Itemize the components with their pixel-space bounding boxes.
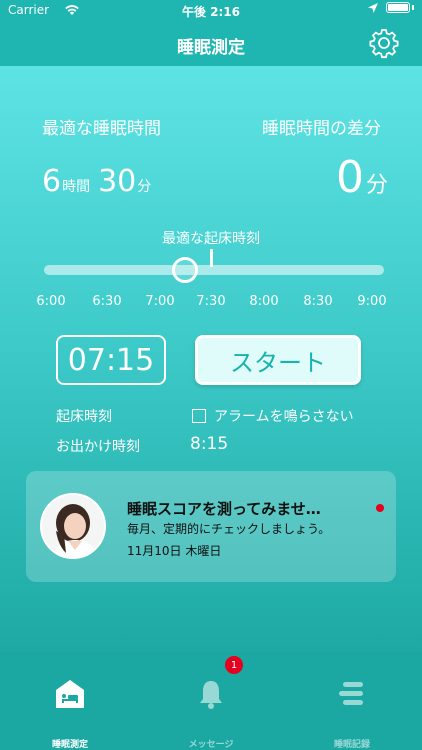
wake-time-label: 起床時刻 — [56, 409, 112, 425]
tab-label: メッセージ — [188, 740, 234, 750]
tick-label: 8:30 — [303, 294, 333, 309]
status-right — [368, 2, 414, 13]
slider-tick-labels: 6:00 6:30 7:00 7:30 8:00 8:30 9:00 — [0, 294, 422, 310]
notification-badge: 1 — [225, 656, 243, 674]
diff-number: 0 — [335, 152, 364, 203]
clock-time: 午後 2:16 — [181, 5, 241, 19]
tick-label: 6:30 — [92, 294, 122, 309]
sleep-diff-value: 0 分 — [336, 152, 388, 203]
tab-messages[interactable]: メッセージ — [141, 652, 281, 750]
departure-time-label: お出かけ時刻 — [56, 439, 140, 455]
sleep-score-card[interactable]: 睡眠スコアを測ってみませ… 毎月、定期的にチェックしましょう。 11月10日 木… — [26, 471, 396, 582]
status-bar: Carrier 午後 2:16 — [0, 0, 422, 22]
start-button[interactable]: スタート — [195, 335, 361, 385]
gear-icon[interactable] — [368, 27, 400, 59]
tab-label: 睡眠測定 — [51, 740, 88, 750]
battery-cap-icon — [412, 5, 414, 10]
wake-time-slider-track[interactable] — [44, 265, 384, 275]
optimal-sleep-duration: 6 時間 30 分 — [42, 164, 159, 199]
sleep-diff-label: 睡眠時間の差分 — [262, 119, 381, 139]
tick-label: 9:00 — [357, 294, 387, 309]
bell-icon — [200, 681, 222, 709]
diff-unit: 分 — [365, 173, 388, 198]
optimal-wake-label: 最適な起床時刻 — [162, 231, 260, 247]
minutes-value: 30 — [98, 164, 137, 199]
location-arrow-icon — [368, 2, 378, 13]
hours-value: 6 — [42, 164, 62, 199]
tick-label: 8:00 — [249, 294, 279, 309]
bed-home-icon — [56, 680, 84, 708]
minutes-unit: 分 — [137, 179, 152, 195]
sleep-measure-screen: Carrier 午後 2:16 睡眠測定 最適な睡眠時間 睡眠時間の差分 6 時… — [0, 0, 422, 750]
tab-bar: 睡眠測定 メッセージ 睡眠記録 — [0, 652, 422, 750]
no-alarm-label: アラームを鳴らさない — [214, 409, 354, 425]
card-date: 11月10日 木曜日 — [127, 544, 222, 558]
checkbox-box[interactable] — [192, 409, 206, 423]
no-alarm-checkbox[interactable]: アラームを鳴らさない — [192, 406, 354, 426]
battery-icon — [386, 2, 410, 13]
tick-label: 7:00 — [145, 294, 175, 309]
wake-time-slider-handle[interactable] — [172, 257, 198, 283]
tab-label: 睡眠記録 — [333, 740, 370, 750]
hours-unit: 時間 — [62, 179, 91, 195]
tick-label: 7:30 — [196, 294, 226, 309]
records-list-icon — [339, 682, 363, 705]
unread-dot — [376, 504, 384, 512]
card-subtitle: 毎月、定期的にチェックしましょう。 — [127, 522, 331, 536]
person-avatar-icon — [42, 495, 104, 557]
alarm-time-display[interactable]: 07:15 — [56, 335, 166, 385]
avatar — [40, 493, 106, 559]
card-title: 睡眠スコアを測ってみませ… — [127, 500, 321, 518]
tab-sleep-records[interactable]: 睡眠記録 — [282, 652, 422, 750]
tab-sleep-measure[interactable]: 睡眠測定 — [0, 652, 140, 750]
departure-time-value[interactable]: 8:15 — [190, 434, 228, 454]
optimal-sleep-label: 最適な睡眠時間 — [42, 119, 161, 139]
page-title: 睡眠測定 — [177, 38, 245, 58]
tick-label: 6:00 — [36, 294, 66, 309]
